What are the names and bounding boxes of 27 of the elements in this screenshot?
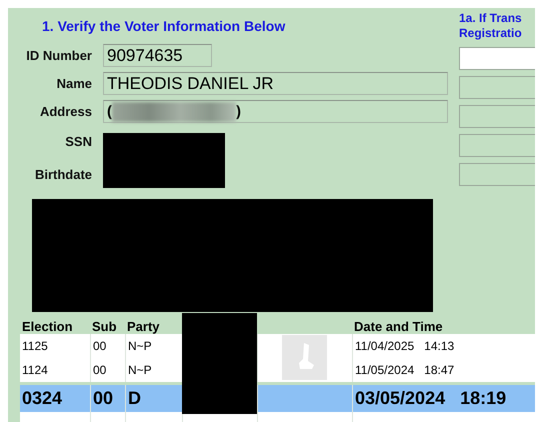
table-cell: 00: [93, 363, 106, 377]
field-label: Name: [56, 75, 92, 93]
field-label: ID Number: [25, 47, 92, 65]
table-cell: 00: [93, 388, 114, 409]
text-field[interactable]: THEODIS DANIEL JR: [103, 72, 448, 95]
table-cell: 0324: [22, 388, 62, 409]
column-header: Party: [127, 319, 160, 334]
table-cell: 11/04/2025 14:13: [355, 339, 454, 353]
table-cell: 03/05/2024 18:19: [355, 388, 506, 409]
column-header: Election: [22, 319, 73, 334]
section-title: 1. Verify the Voter Information Below: [42, 18, 286, 36]
field-label: SSN: [64, 133, 92, 151]
table-cell: N~P: [128, 363, 152, 377]
section-title: 1a. If Trans Registratio: [459, 11, 523, 41]
field-label: Address: [38, 103, 92, 121]
text-field[interactable]: 90974635: [103, 44, 212, 67]
table-cell: D: [128, 388, 141, 409]
input-field[interactable]: [459, 47, 535, 70]
table-cell: 11/05/2024 18:47: [355, 363, 454, 377]
table-cell: 00: [93, 339, 106, 353]
table-cell: N~P: [128, 339, 152, 353]
column-header: Sub: [92, 319, 117, 334]
column-header: Date and Time: [354, 319, 443, 334]
address-field[interactable]: ( ): [103, 100, 448, 123]
field-label: Birthdate: [34, 166, 92, 184]
table-cell: 1125: [22, 339, 48, 353]
table-cell: 1124: [22, 363, 48, 377]
